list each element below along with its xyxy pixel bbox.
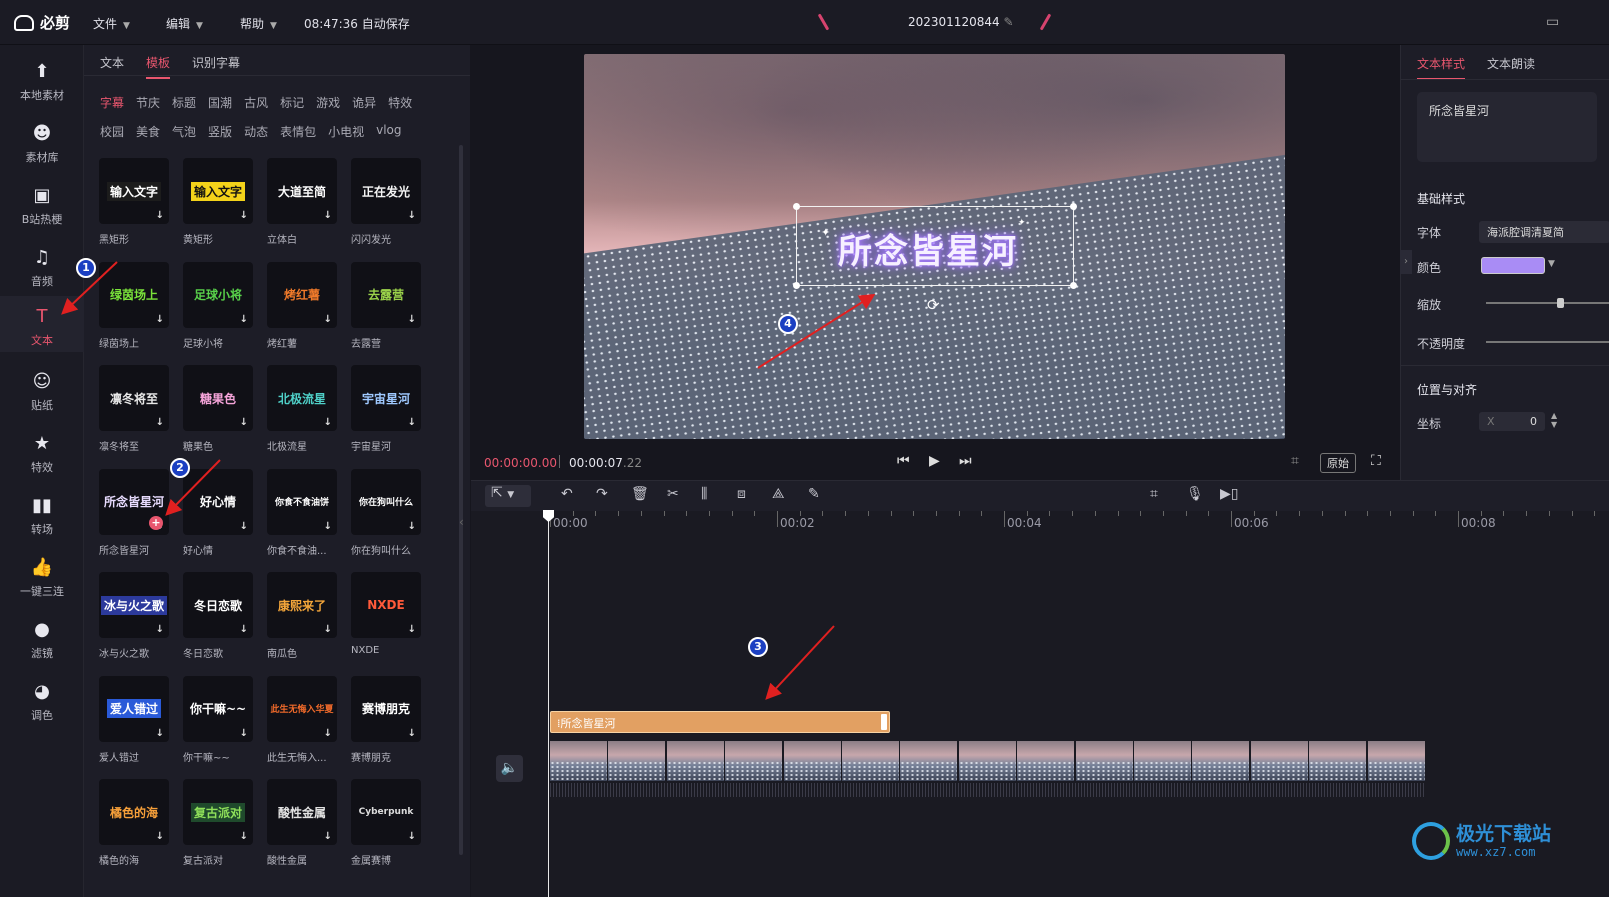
arrow-4 bbox=[757, 293, 876, 369]
annotation-badge-2: 2 bbox=[170, 458, 190, 478]
annotation-badge-1: 1 bbox=[76, 258, 96, 278]
watermark: 极光下载站 www.xz7.com bbox=[1412, 822, 1551, 860]
annotation-badge-4: 4 bbox=[778, 314, 798, 334]
watermark-url: www.xz7.com bbox=[1456, 845, 1536, 859]
watermark-title: 极光下载站 bbox=[1456, 823, 1552, 845]
annotation-badge-3: 3 bbox=[748, 637, 768, 657]
watermark-logo-icon bbox=[1412, 822, 1450, 860]
arrow-3 bbox=[765, 625, 835, 700]
annotation-arrows bbox=[61, 261, 876, 700]
